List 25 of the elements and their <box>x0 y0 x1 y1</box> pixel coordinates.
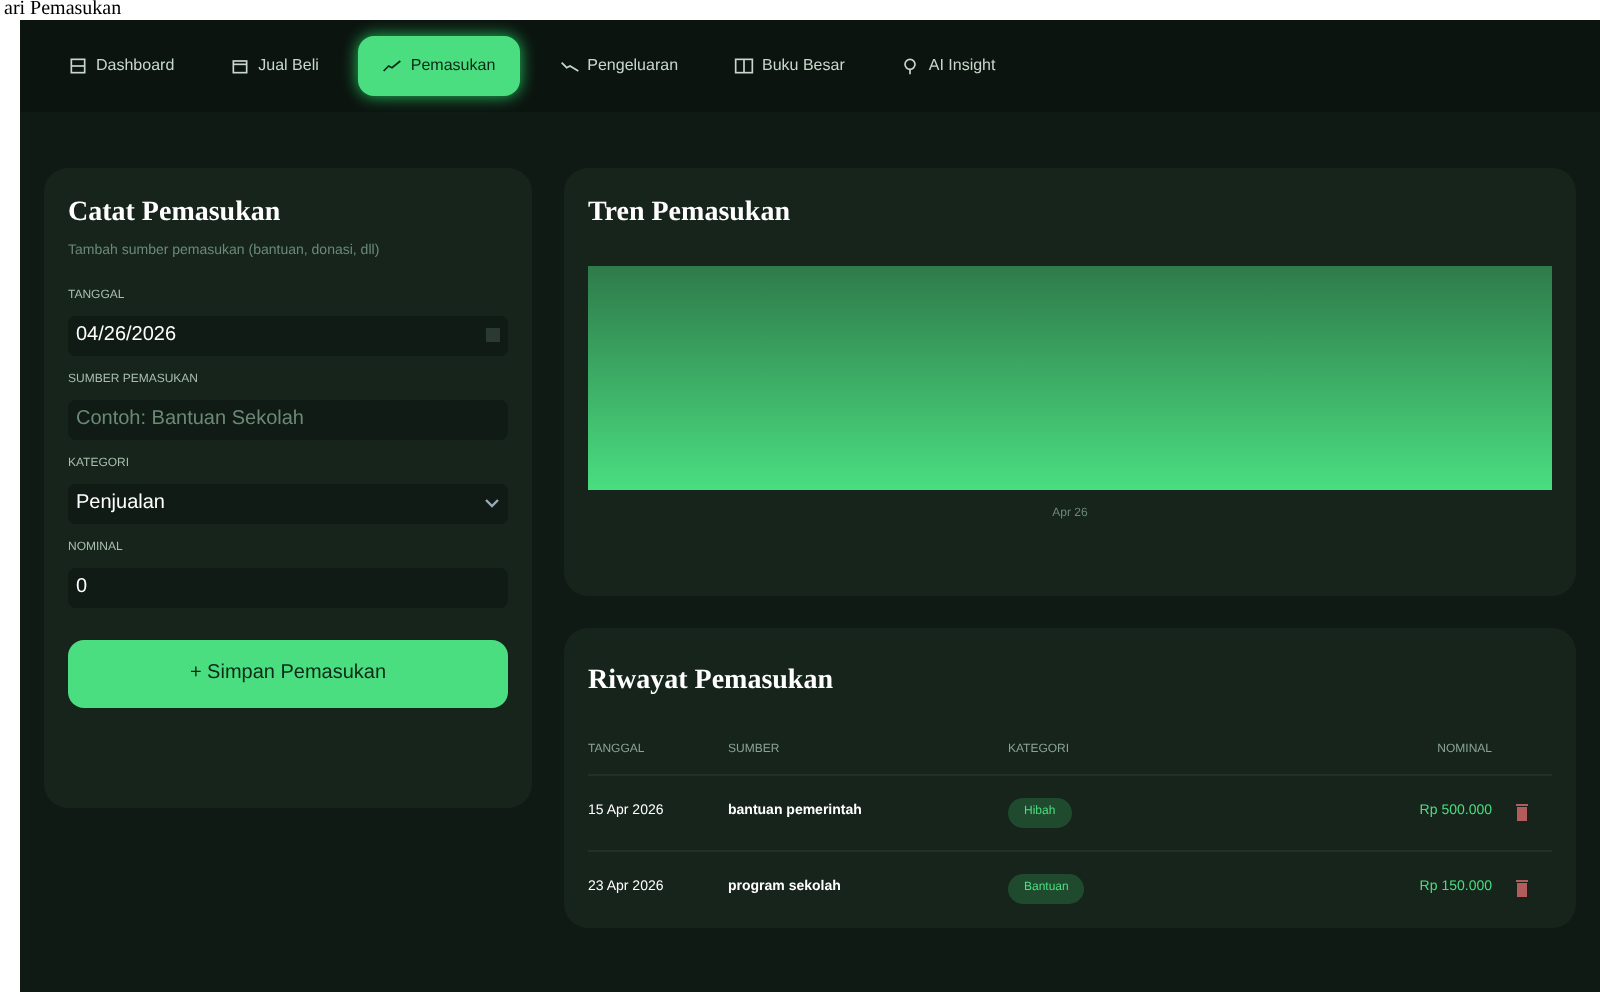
calendar-icon <box>486 328 500 342</box>
bulb-icon <box>900 56 921 76</box>
grid-icon <box>68 56 88 76</box>
book-icon <box>734 56 755 76</box>
box-icon <box>230 56 251 76</box>
page-heading: ari Pemasukan <box>4 0 122 20</box>
save-button[interactable]: + Simpan Pemasukan <box>68 639 508 707</box>
nav-tab[interactable]: Buku Besar <box>718 36 861 96</box>
trend-up-icon <box>382 56 403 76</box>
trend-down-icon <box>559 56 580 76</box>
chevron-down-icon <box>484 497 500 509</box>
source-field[interactable]: Contoh: Bantuan Sekolah <box>68 399 508 439</box>
nav-tab[interactable]: Pengeluaran <box>543 36 695 96</box>
amount-field[interactable]: 0 <box>68 567 508 607</box>
card-title: Tren Pemasukan <box>588 196 790 232</box>
nav-tab[interactable]: Jual Beli <box>214 36 335 96</box>
nav-tab[interactable]: AI Insight <box>884 36 1012 96</box>
trash-icon[interactable] <box>1516 880 1528 898</box>
card-title: Catat Pemasukan <box>68 196 281 232</box>
date-field[interactable]: 04/26/2026 <box>68 315 508 355</box>
card-title: Riwayat Pemasukan <box>588 664 834 700</box>
trash-icon[interactable] <box>1516 804 1528 822</box>
nav-tab[interactable]: Dashboard <box>52 36 191 96</box>
category-dropdown[interactable]: Penjualan <box>68 483 508 523</box>
nav-tab[interactable]: Pemasukan <box>358 36 520 96</box>
